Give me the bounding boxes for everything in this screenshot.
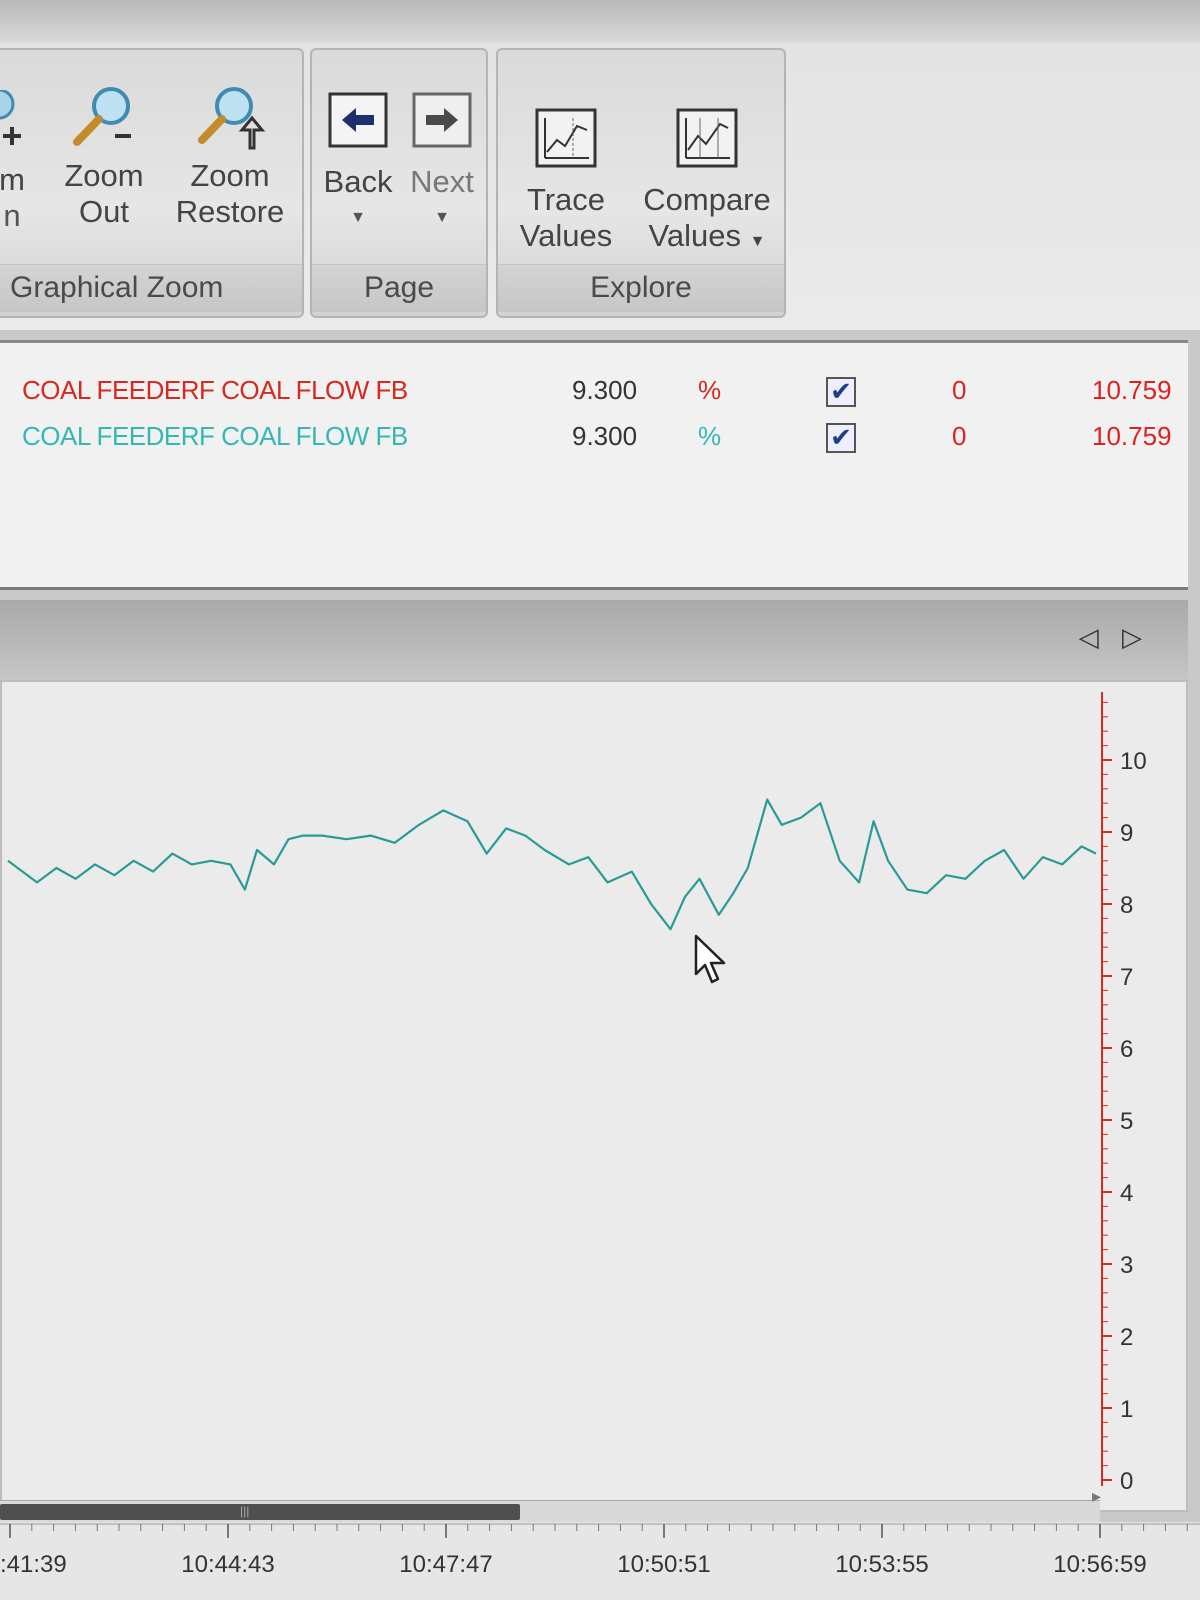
back-dropdown-icon[interactable]: ▼ <box>318 200 398 236</box>
trace-values-button[interactable]: Trace Values <box>508 106 624 254</box>
y-tick-label: 0 <box>1120 1468 1133 1495</box>
ribbon-toolbar: m n Zoom Out Zoom Restore Graphical Zoom <box>0 0 1200 330</box>
compare-dropdown-icon[interactable]: ▼ <box>750 233 766 250</box>
zoom-in-label-top: m <box>0 162 25 197</box>
series-layer <box>7 798 1097 931</box>
trace-values-line2: Values <box>519 218 613 253</box>
zoom-restore-line1: Zoom <box>190 158 270 193</box>
x-axis: :41:39 10:44:43 10:47:47 10:50:51 10:53:55 10… <box>0 1523 1200 1578</box>
zoom-out-icon <box>73 87 131 146</box>
legend-row[interactable]: COAL FEEDERF COAL FLOW FB 9.300 % ✔ 0 10… <box>0 415 1188 459</box>
zoom-out-button[interactable]: Zoom Out <box>54 86 154 230</box>
next-label: Next <box>410 164 474 199</box>
y-tick-label: 9 <box>1120 820 1133 847</box>
zoom-restore-button[interactable]: Zoom Restore <box>170 86 290 230</box>
next-dropdown-icon[interactable]: ▼ <box>402 200 482 236</box>
explore-group: Trace Values Compare Values ▼ Explore <box>496 48 786 318</box>
time-axis: :41:39 10:44:43 10:47:47 10:50:51 10:53:55 10… <box>0 1522 1200 1600</box>
x-tick-label: 10:53:55 <box>835 1551 928 1578</box>
tag-unit: % <box>698 421 722 451</box>
zoom-in-label-bottom: n <box>3 198 21 233</box>
next-button[interactable]: Next ▼ <box>402 92 482 236</box>
trend-chart[interactable]: 0 1 2 3 4 5 6 7 8 9 10 <box>0 680 1188 1600</box>
y-tick-label: 7 <box>1120 964 1133 991</box>
back-arrow-icon <box>328 92 388 148</box>
tag-value: 9.300 <box>572 375 638 405</box>
y-tick-label: 10 <box>1120 748 1147 775</box>
tag-value: 9.300 <box>572 421 638 451</box>
next-arrow-icon <box>412 92 472 148</box>
scroll-grip: ||| <box>240 1504 250 1518</box>
graphical-zoom-label: Graphical Zoom <box>0 264 302 312</box>
y-tick-label: 5 <box>1120 1108 1133 1135</box>
scale-max: 10.759 <box>1092 421 1172 451</box>
y-axis: 0 1 2 3 4 5 6 7 8 9 10 <box>1101 692 1147 1495</box>
compare-values-button[interactable]: Compare Values ▼ <box>632 106 782 260</box>
page-group: Back ▼ Next ▼ Page <box>310 48 488 318</box>
y-tick-label: 6 <box>1120 1036 1133 1063</box>
zoom-in-button[interactable]: m n <box>0 90 32 234</box>
mouse-cursor-icon <box>694 934 726 984</box>
x-tick-label: :41:39 <box>0 1551 67 1578</box>
legend-row[interactable]: COAL FEEDERF COAL FLOW FB 9.300 % ✔ 0 10… <box>0 369 1188 413</box>
visibility-checkbox[interactable]: ✔ <box>826 377 856 407</box>
compare-values-line2: Values <box>648 218 742 253</box>
graphical-zoom-group: m n Zoom Out Zoom Restore Graphical Zoom <box>0 48 304 318</box>
compare-values-line2-wrap: Values ▼ <box>632 218 782 260</box>
zoom-restore-icon <box>198 87 266 150</box>
back-label: Back <box>323 164 393 199</box>
x-tick-label: 10:56:59 <box>1053 1551 1146 1578</box>
visibility-checkbox[interactable]: ✔ <box>826 423 856 453</box>
trace-values-icon <box>535 108 597 168</box>
compare-values-line1: Compare <box>643 182 771 217</box>
x-tick-label: 10:44:43 <box>181 1551 274 1578</box>
y-tick-label: 2 <box>1120 1324 1133 1351</box>
scrollbar-thumb[interactable]: ||| <box>0 1504 520 1520</box>
chart-pan-arrows[interactable]: ◁ ▷ <box>1079 622 1150 653</box>
chart-header-bar: ◁ ▷ <box>0 600 1188 680</box>
explore-group-label: Explore <box>498 264 784 312</box>
y-tick-label: 3 <box>1120 1252 1133 1279</box>
timeline-scrollbar[interactable]: ||| <box>0 1500 1100 1522</box>
trend-legend: COAL FEEDERF COAL FLOW FB 9.300 % ✔ 0 10… <box>0 340 1188 590</box>
page-group-label: Page <box>312 264 486 312</box>
scroll-right-icon[interactable]: ▸ <box>1092 1486 1101 1507</box>
zoom-out-line2: Out <box>79 194 129 229</box>
y-tick-label: 4 <box>1120 1180 1133 1207</box>
zoom-in-icon <box>0 90 21 145</box>
zoom-out-line1: Zoom <box>64 158 144 193</box>
x-tick-label: 10:47:47 <box>399 1551 492 1578</box>
zoom-restore-line2: Restore <box>175 194 285 229</box>
scale-max: 10.759 <box>1092 375 1172 405</box>
y-tick-label: 1 <box>1120 1396 1133 1423</box>
trace-values-line1: Trace <box>526 182 606 217</box>
back-button[interactable]: Back ▼ <box>318 92 398 236</box>
series-line <box>7 798 1097 931</box>
tag-name: COAL FEEDERF COAL FLOW FB <box>22 421 408 451</box>
scale-min: 0 <box>952 421 967 451</box>
tag-name: COAL FEEDERF COAL FLOW FB <box>22 375 408 405</box>
x-tick-label: 10:50:51 <box>617 1551 710 1578</box>
compare-values-icon <box>676 108 738 168</box>
tag-unit: % <box>698 375 722 405</box>
y-tick-label: 8 <box>1120 892 1133 919</box>
scale-min: 0 <box>952 375 967 405</box>
